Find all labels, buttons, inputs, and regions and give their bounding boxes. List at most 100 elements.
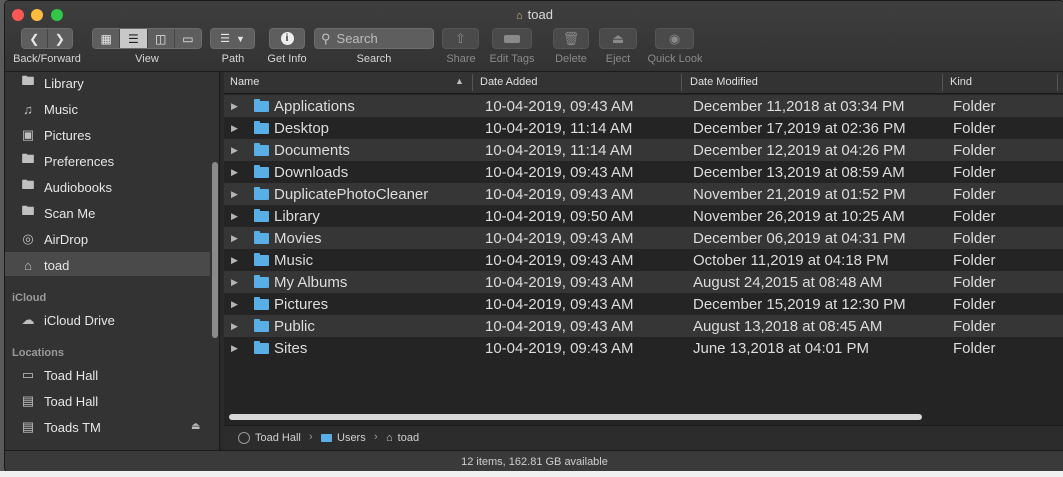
file-date-added: 10-04-2019, 11:14 AM: [485, 142, 633, 159]
file-date-added: 10-04-2019, 09:50 AM: [485, 208, 634, 225]
table-row[interactable]: ▶ Applications 10-04-2019, 09:43 AM Decembe…: [224, 95, 1063, 117]
disclosure-triangle-icon[interactable]: ▶: [231, 189, 238, 200]
path-item-label: Toad Hall: [255, 432, 301, 444]
sidebar-item-music[interactable]: ♫ Music: [19, 98, 209, 120]
disclosure-triangle-icon[interactable]: ▶: [231, 277, 238, 288]
sidebar-item-airdrop[interactable]: ◎ AirDrop: [19, 228, 209, 250]
file-name: DuplicatePhotoCleaner: [274, 186, 429, 203]
trash-icon: 🗑: [562, 30, 580, 46]
sidebar-item-preferences[interactable]: 🖿 Preferences: [19, 150, 209, 172]
table-row[interactable]: ▶ DuplicatePhotoCleaner 10-04-2019, 09:43 …: [224, 183, 1063, 205]
sidebar-item-toad[interactable]: ⌂ toad: [19, 254, 209, 276]
sidebar-item-toad-hall-disk[interactable]: ▤ Toad Hall: [19, 390, 209, 412]
disclosure-triangle-icon[interactable]: ▶: [231, 299, 238, 310]
sidebar-item-library[interactable]: 🖿 Library: [19, 72, 209, 94]
file-kind: Folder: [953, 252, 996, 269]
gallery-view-button[interactable]: ▭: [174, 29, 201, 48]
disclosure-triangle-icon[interactable]: ▶: [231, 321, 238, 332]
chevron-down-icon: ▼: [235, 33, 245, 44]
column-divider[interactable]: [942, 74, 943, 91]
disclosure-triangle-icon[interactable]: ▶: [231, 101, 238, 112]
sidebar-heading-icloud: iCloud: [12, 292, 47, 304]
column-view-button[interactable]: ◫: [147, 29, 175, 48]
table-row[interactable]: ▶ Documents 10-04-2019, 11:14 AM December 1…: [224, 139, 1063, 161]
search-label: Search: [356, 53, 392, 65]
table-row[interactable]: ▶ Downloads 10-04-2019, 09:43 AM December 1…: [224, 161, 1063, 183]
file-name: Applications: [274, 98, 355, 115]
sidebar-item-label: Preferences: [44, 153, 115, 169]
file-date-added: 10-04-2019, 09:43 AM: [485, 98, 634, 115]
file-name: Downloads: [274, 164, 349, 181]
column-header-date-added[interactable]: Date Added: [480, 76, 538, 88]
table-row[interactable]: ▶ Desktop 10-04-2019, 11:14 AM December 17,…: [224, 117, 1063, 139]
table-row[interactable]: ▶ Movies 10-04-2019, 09:43 AM December 06,2…: [224, 227, 1063, 249]
cloud-icon: ☁: [21, 312, 35, 327]
file-kind: Folder: [953, 98, 996, 115]
share-button[interactable]: ⇧: [442, 28, 479, 49]
column-divider[interactable]: [472, 74, 473, 91]
file-date-modified: December 13,2019 at 08:59 AM: [693, 164, 905, 181]
table-row[interactable]: ▶ Sites 10-04-2019, 09:43 AM June 13,2018 a…: [224, 337, 1063, 359]
folder-icon: [254, 209, 269, 222]
disclosure-triangle-icon[interactable]: ▶: [231, 255, 238, 266]
table-row[interactable]: ▶ My Albums 10-04-2019, 09:43 AM August 24,…: [224, 271, 1063, 293]
table-row[interactable]: ▶ Music 10-04-2019, 09:43 AM October 11,201…: [224, 249, 1063, 271]
disk-icon: [238, 432, 250, 444]
folder-icon: 🖿: [21, 203, 35, 218]
quick-look-label: Quick Look: [647, 53, 703, 65]
disclosure-triangle-icon[interactable]: ▶: [231, 145, 238, 156]
path-item-toad-hall[interactable]: Toad Hall: [238, 432, 301, 444]
disclosure-triangle-icon[interactable]: ▶: [231, 343, 238, 354]
quick-look-button[interactable]: ◉: [655, 28, 694, 49]
sidebar-item-audiobooks[interactable]: 🖿 Audiobooks: [19, 176, 209, 198]
disclosure-triangle-icon[interactable]: ▶: [231, 233, 238, 244]
sidebar-item-icloud-drive[interactable]: ☁ iCloud Drive: [19, 309, 209, 331]
eject-icon[interactable]: ⏏: [191, 421, 200, 432]
sidebar-item-scan-me[interactable]: 🖿 Scan Me: [19, 202, 209, 224]
path-item-toad[interactable]: ⌂ toad: [386, 432, 419, 444]
disclosure-triangle-icon[interactable]: ▶: [231, 211, 238, 222]
folder-icon: [254, 99, 269, 112]
icon-view-button[interactable]: ▦: [93, 29, 121, 48]
folder-icon: [254, 341, 269, 354]
disclosure-triangle-icon[interactable]: ▶: [231, 123, 238, 134]
sidebar-scrollbar[interactable]: [212, 162, 218, 338]
list-icon: ☰: [127, 31, 139, 46]
edit-tags-button[interactable]: [492, 28, 532, 49]
column-header: Name ▲ Date Added Date Modified Kind: [224, 72, 1063, 94]
column-header-name[interactable]: Name: [230, 76, 259, 88]
view-label: View: [135, 53, 159, 65]
sidebar-item-toads-tm[interactable]: ▤ Toads TM: [19, 416, 209, 438]
forward-button[interactable]: ❯: [47, 29, 72, 48]
file-list: Name ▲ Date Added Date Modified Kind ▶ Ap…: [224, 72, 1063, 451]
delete-button[interactable]: 🗑: [553, 28, 589, 49]
folder-icon: [254, 231, 269, 244]
table-row[interactable]: ▶ Public 10-04-2019, 09:43 AM August 13,201…: [224, 315, 1063, 337]
list-view-button[interactable]: ☰: [120, 29, 148, 48]
sidebar-item-label: toad: [44, 257, 70, 273]
column-divider[interactable]: [1057, 74, 1058, 91]
file-name: Documents: [274, 142, 350, 159]
search-input[interactable]: [334, 30, 429, 47]
column-header-kind[interactable]: Kind: [950, 76, 972, 88]
file-date-added: 10-04-2019, 09:43 AM: [485, 274, 634, 291]
path-button[interactable]: ☰ ▼: [210, 28, 255, 49]
sort-ascending-icon: ▲: [455, 76, 464, 86]
table-row[interactable]: ▶ Pictures 10-04-2019, 09:43 AM December 15…: [224, 293, 1063, 315]
file-kind: Folder: [953, 296, 996, 313]
disclosure-triangle-icon[interactable]: ▶: [231, 167, 238, 178]
path-item-users[interactable]: Users: [321, 432, 366, 444]
chevron-right-icon: ›: [309, 431, 313, 443]
get-info-label: Get Info: [267, 53, 307, 65]
path-item-label: toad: [397, 432, 420, 444]
eject-button[interactable]: ⏏: [599, 28, 637, 49]
sidebar-item-label: Library: [44, 75, 84, 91]
horizontal-scrollbar[interactable]: [229, 414, 922, 420]
column-header-date-modified[interactable]: Date Modified: [690, 76, 758, 88]
table-row[interactable]: ▶ Library 10-04-2019, 09:50 AM November 26,…: [224, 205, 1063, 227]
back-button[interactable]: ❮: [22, 29, 48, 48]
column-divider[interactable]: [681, 74, 682, 91]
get-info-button[interactable]: i: [269, 28, 305, 49]
sidebar-item-pictures[interactable]: ▣ Pictures: [19, 124, 209, 146]
sidebar-item-toad-hall-computer[interactable]: ▭ Toad Hall: [19, 364, 209, 386]
